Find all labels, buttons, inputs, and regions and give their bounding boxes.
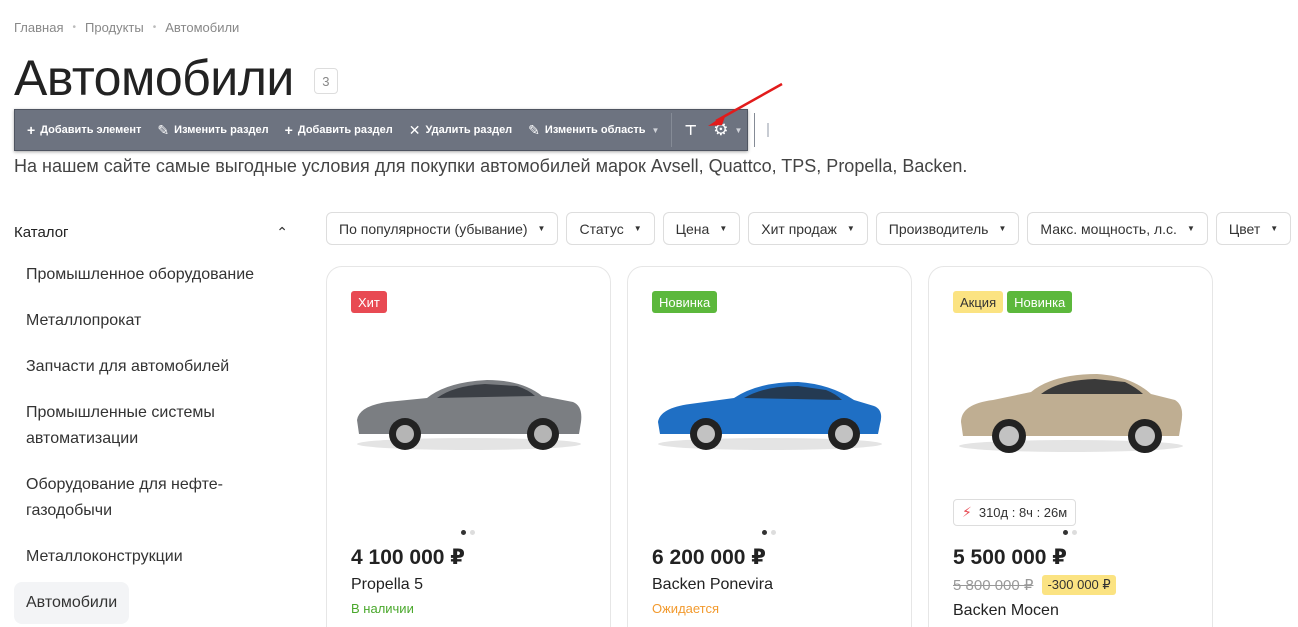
image-pagination: [461, 530, 475, 535]
promo-timer: ⚡ 310д : 8ч : 26м: [953, 499, 1077, 526]
sort-label: По популярности (убывание): [339, 220, 528, 237]
status-filter-label: Статус: [579, 220, 624, 237]
color-filter-label: Цвет: [1228, 220, 1261, 237]
add-element-label: Добавить элемент: [40, 124, 142, 136]
badges: Хит: [351, 291, 387, 313]
sidebar-item-industrial-equipment[interactable]: Промышленное оборудование: [14, 262, 304, 288]
breadcrumb-separator: •: [72, 22, 76, 33]
power-filter[interactable]: Макс. мощность, л.с. ▼: [1027, 212, 1208, 245]
new-badge: Новинка: [1007, 291, 1073, 313]
breadcrumb-current: Автомобили: [165, 20, 240, 35]
sort-dropdown[interactable]: По популярности (убывание) ▼: [326, 212, 559, 245]
price-filter[interactable]: Цена ▼: [662, 212, 741, 245]
product-price: 6 200 000 ₽: [652, 546, 766, 569]
pencil-icon: ✎: [528, 121, 540, 138]
page-title: Автомобили: [14, 50, 294, 106]
product-name[interactable]: Propella 5: [351, 576, 423, 594]
product-name[interactable]: Backen Ponevira: [652, 576, 773, 594]
pagination-dot[interactable]: [1072, 530, 1077, 535]
sidebar-item-cars[interactable]: Автомобили: [14, 582, 130, 624]
breadcrumb-products[interactable]: Продукты: [85, 20, 144, 35]
badges: Новинка: [652, 291, 718, 313]
page-header: Автомобили 3: [14, 46, 338, 110]
product-price: 4 100 000 ₽: [351, 546, 465, 569]
pagination-dot[interactable]: [771, 530, 776, 535]
availability-status: Ожидается: [652, 601, 720, 616]
hit-badge: Хит: [351, 291, 387, 313]
chevron-down-icon: ▼: [633, 224, 642, 233]
intro-text: На нашем сайте самые выгодные условия дл…: [14, 156, 968, 176]
image-pagination: [1063, 530, 1077, 535]
bestseller-filter[interactable]: Хит продаж ▼: [748, 212, 868, 245]
pagination-dot[interactable]: [1063, 530, 1068, 535]
product-card[interactable]: Хит 4 100 000 ₽ Propella 5 В наличии: [326, 266, 611, 627]
chevron-down-icon: ▼: [719, 224, 728, 233]
power-filter-label: Макс. мощность, л.с.: [1040, 220, 1177, 237]
items-count-badge: 3: [313, 68, 338, 94]
pencil-icon: ✎: [157, 121, 170, 138]
pagination-dot[interactable]: [762, 530, 767, 535]
plus-icon: +: [27, 122, 36, 138]
car-suv-image[interactable]: [949, 362, 1194, 462]
sidebar-item-oil-gas-equipment[interactable]: Оборудование для нефте-газодобычи: [14, 472, 244, 524]
product-card[interactable]: Акция Новинка ⚡ 310д : 8ч : 26м 5 500 00…: [928, 266, 1213, 627]
pin-icon: ⊤: [684, 121, 698, 138]
product-card[interactable]: Новинка 6 200 000 ₽ Backen Ponevira Ожид…: [627, 266, 912, 627]
breadcrumb: Главная • Продукты • Автомобили: [14, 20, 239, 35]
new-badge: Новинка: [652, 291, 718, 313]
manufacturer-filter-label: Производитель: [888, 220, 989, 237]
chevron-down-icon: ▼: [846, 224, 855, 233]
product-name[interactable]: Backen Mocen: [953, 602, 1059, 620]
delete-section-button[interactable]: ✕ Удалить раздел: [401, 110, 520, 150]
image-pagination: [762, 530, 776, 535]
catalog-header[interactable]: Каталог ⌃: [14, 212, 304, 252]
chevron-down-icon: ▼: [1186, 224, 1195, 233]
sale-badge: Акция: [953, 291, 1004, 313]
discount-badge: -300 000 ₽: [1042, 575, 1116, 595]
sidebar-item-automation-systems[interactable]: Промышленные системы автоматизации: [14, 400, 254, 452]
chevron-down-icon: ▼: [998, 224, 1007, 233]
chevron-up-icon[interactable]: ⌃: [276, 224, 288, 241]
breadcrumb-home[interactable]: Главная: [14, 20, 63, 35]
pagination-dot[interactable]: [470, 530, 475, 535]
edit-section-label: Изменить раздел: [174, 124, 269, 136]
car-coupe-image[interactable]: [648, 362, 893, 462]
close-icon: ✕: [408, 121, 421, 138]
badges: Акция Новинка: [953, 291, 1073, 313]
catalog-heading: Каталог: [14, 223, 69, 241]
sidebar-item-metal-products[interactable]: Металлопрокат: [14, 308, 304, 334]
edit-area-button[interactable]: ✎ Изменить область ▼: [520, 110, 667, 150]
filter-bar: По популярности (убывание) ▼ Статус ▼ Цена…: [326, 212, 1292, 245]
color-filter[interactable]: Цвет ▼: [1215, 212, 1292, 245]
car-sedan-image[interactable]: [347, 362, 592, 462]
old-price: 5 800 000 ₽: [953, 577, 1034, 594]
manufacturer-filter[interactable]: Производитель ▼: [875, 212, 1020, 245]
bestseller-filter-label: Хит продаж: [761, 220, 837, 237]
product-price: 5 500 000 ₽: [953, 546, 1067, 569]
add-element-button[interactable]: + Добавить элемент: [19, 110, 149, 150]
add-section-button[interactable]: + Добавить раздел: [277, 110, 401, 150]
plus-icon: +: [284, 122, 293, 138]
delete-section-label: Удалить раздел: [425, 124, 513, 136]
catalog-sidebar: Каталог ⌃ Промышленное оборудование Мета…: [14, 212, 304, 624]
chevron-down-icon: ▼: [1270, 224, 1279, 233]
add-section-label: Добавить раздел: [297, 124, 393, 136]
chevron-down-icon: ▼: [537, 224, 546, 233]
sidebar-item-metal-structures[interactable]: Металлоконструкции: [14, 544, 304, 570]
price-filter-label: Цена: [675, 220, 710, 237]
timer-value: 310д : 8ч : 26м: [978, 505, 1068, 520]
edit-section-button[interactable]: ✎ Изменить раздел: [149, 110, 276, 150]
sidebar-item-auto-parts[interactable]: Запчасти для автомобилей: [14, 354, 304, 380]
pagination-dot[interactable]: [461, 530, 466, 535]
lightning-icon: ⚡: [962, 504, 972, 520]
edit-area-label: Изменить область: [544, 124, 646, 136]
chevron-down-icon: ▼: [651, 125, 660, 135]
old-price-row: 5 800 000 ₽ -300 000 ₽: [953, 575, 1116, 595]
annotation-arrow: [708, 82, 783, 126]
admin-toolbar: + Добавить элемент ✎ Изменить раздел + Д…: [14, 109, 770, 151]
breadcrumb-separator: •: [152, 22, 157, 33]
status-filter[interactable]: Статус ▼: [566, 212, 655, 245]
toolbar-divider: [671, 113, 673, 147]
availability-status: В наличии: [351, 601, 414, 616]
